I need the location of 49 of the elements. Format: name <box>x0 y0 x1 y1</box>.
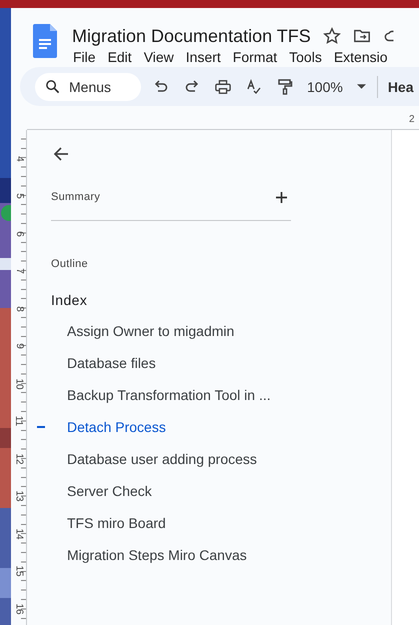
summary-label: Summary <box>51 191 100 203</box>
ruler-number: 12 <box>14 453 24 464</box>
ruler-number: 14 <box>14 528 24 540</box>
ruler-number: 4 <box>14 156 24 162</box>
ruler-number: 15 <box>14 566 24 577</box>
outline-item[interactable]: Database user adding process <box>67 451 257 467</box>
outline-item[interactable]: Assign Owner to migadmin <box>67 323 234 339</box>
ruler-number: 8 <box>14 306 24 312</box>
menu-item[interactable]: Extensio <box>332 49 399 65</box>
outline-item[interactable]: Server Check <box>67 483 152 499</box>
outline-item[interactable]: Database files <box>67 355 156 371</box>
ruler-number: 5 <box>14 193 24 200</box>
menu-item[interactable]: View <box>142 49 185 65</box>
ruler-number: 7 <box>14 268 24 274</box>
back-arrow-icon[interactable] <box>53 146 69 162</box>
outline-item[interactable]: Detach Process <box>67 419 166 435</box>
undo-icon[interactable] <box>153 78 169 94</box>
outline-item[interactable]: Backup Transformation Tool in ... <box>67 387 271 403</box>
paint-roller-icon[interactable] <box>277 78 293 94</box>
ruler-number: 13 <box>14 490 24 502</box>
outline-label: Outline <box>51 258 88 270</box>
outline-item[interactable]: TFS miro Board <box>67 515 166 531</box>
ruler-number: 6 <box>14 230 24 237</box>
style-dropdown[interactable]: Hea <box>388 78 414 94</box>
ruler-number: 2 <box>409 114 415 125</box>
add-icon[interactable] <box>276 192 287 202</box>
document-title[interactable]: Migration Documentation TFS <box>72 26 311 46</box>
ruler-number: 9 <box>14 343 24 350</box>
folder-icon[interactable] <box>352 27 371 45</box>
outline-heading[interactable]: Index <box>51 292 88 308</box>
caret-icon[interactable] <box>356 84 366 89</box>
menu-item[interactable]: File <box>72 49 107 65</box>
menu-item[interactable]: Format <box>232 49 288 65</box>
document-icon[interactable] <box>33 24 57 58</box>
ruler-number: 11 <box>14 416 24 426</box>
menu-item[interactable]: Tools <box>288 49 333 65</box>
ruler-number: 16 <box>14 603 24 614</box>
star-icon[interactable] <box>322 27 341 45</box>
ruler-number: 10 <box>14 378 24 390</box>
menu-item[interactable]: Insert <box>184 49 232 65</box>
print-icon[interactable] <box>215 78 231 94</box>
search-bar[interactable]: Menus <box>35 72 141 100</box>
outline-item[interactable]: Migration Steps Miro Canvas <box>67 547 247 563</box>
search-field[interactable]: Menus <box>69 78 135 94</box>
search-icon <box>45 79 60 94</box>
zoom-dropdown[interactable]: 100% <box>307 78 343 94</box>
spellcheck-icon[interactable] <box>246 78 262 94</box>
menu-item[interactable]: Edit <box>106 49 143 65</box>
redo-icon[interactable] <box>184 78 200 94</box>
